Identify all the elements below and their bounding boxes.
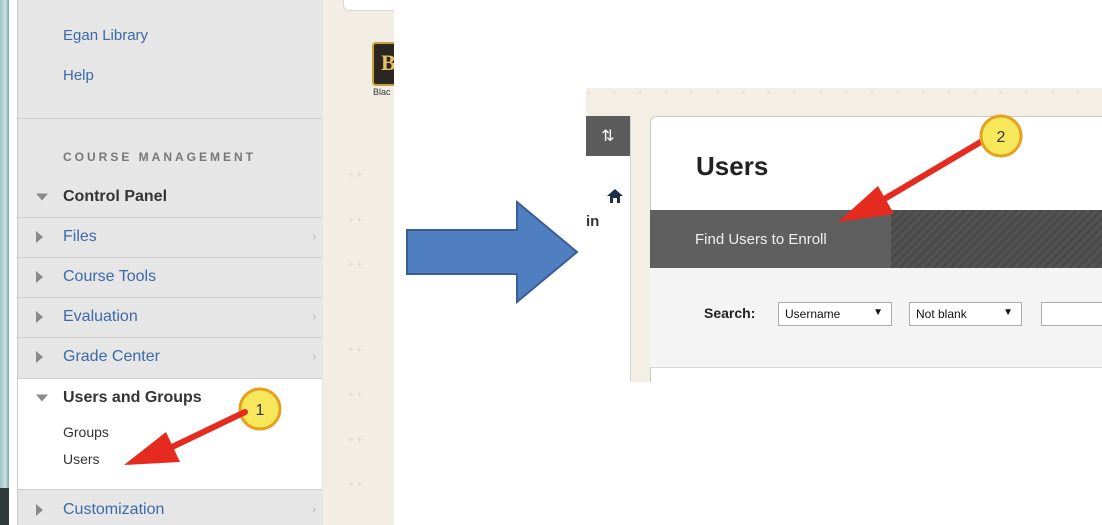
flow-arrow-icon xyxy=(406,200,579,305)
red-arrow-icon xyxy=(124,409,248,465)
step-2-callout: 2 xyxy=(979,114,1023,158)
step-2-number: 2 xyxy=(997,129,1006,146)
